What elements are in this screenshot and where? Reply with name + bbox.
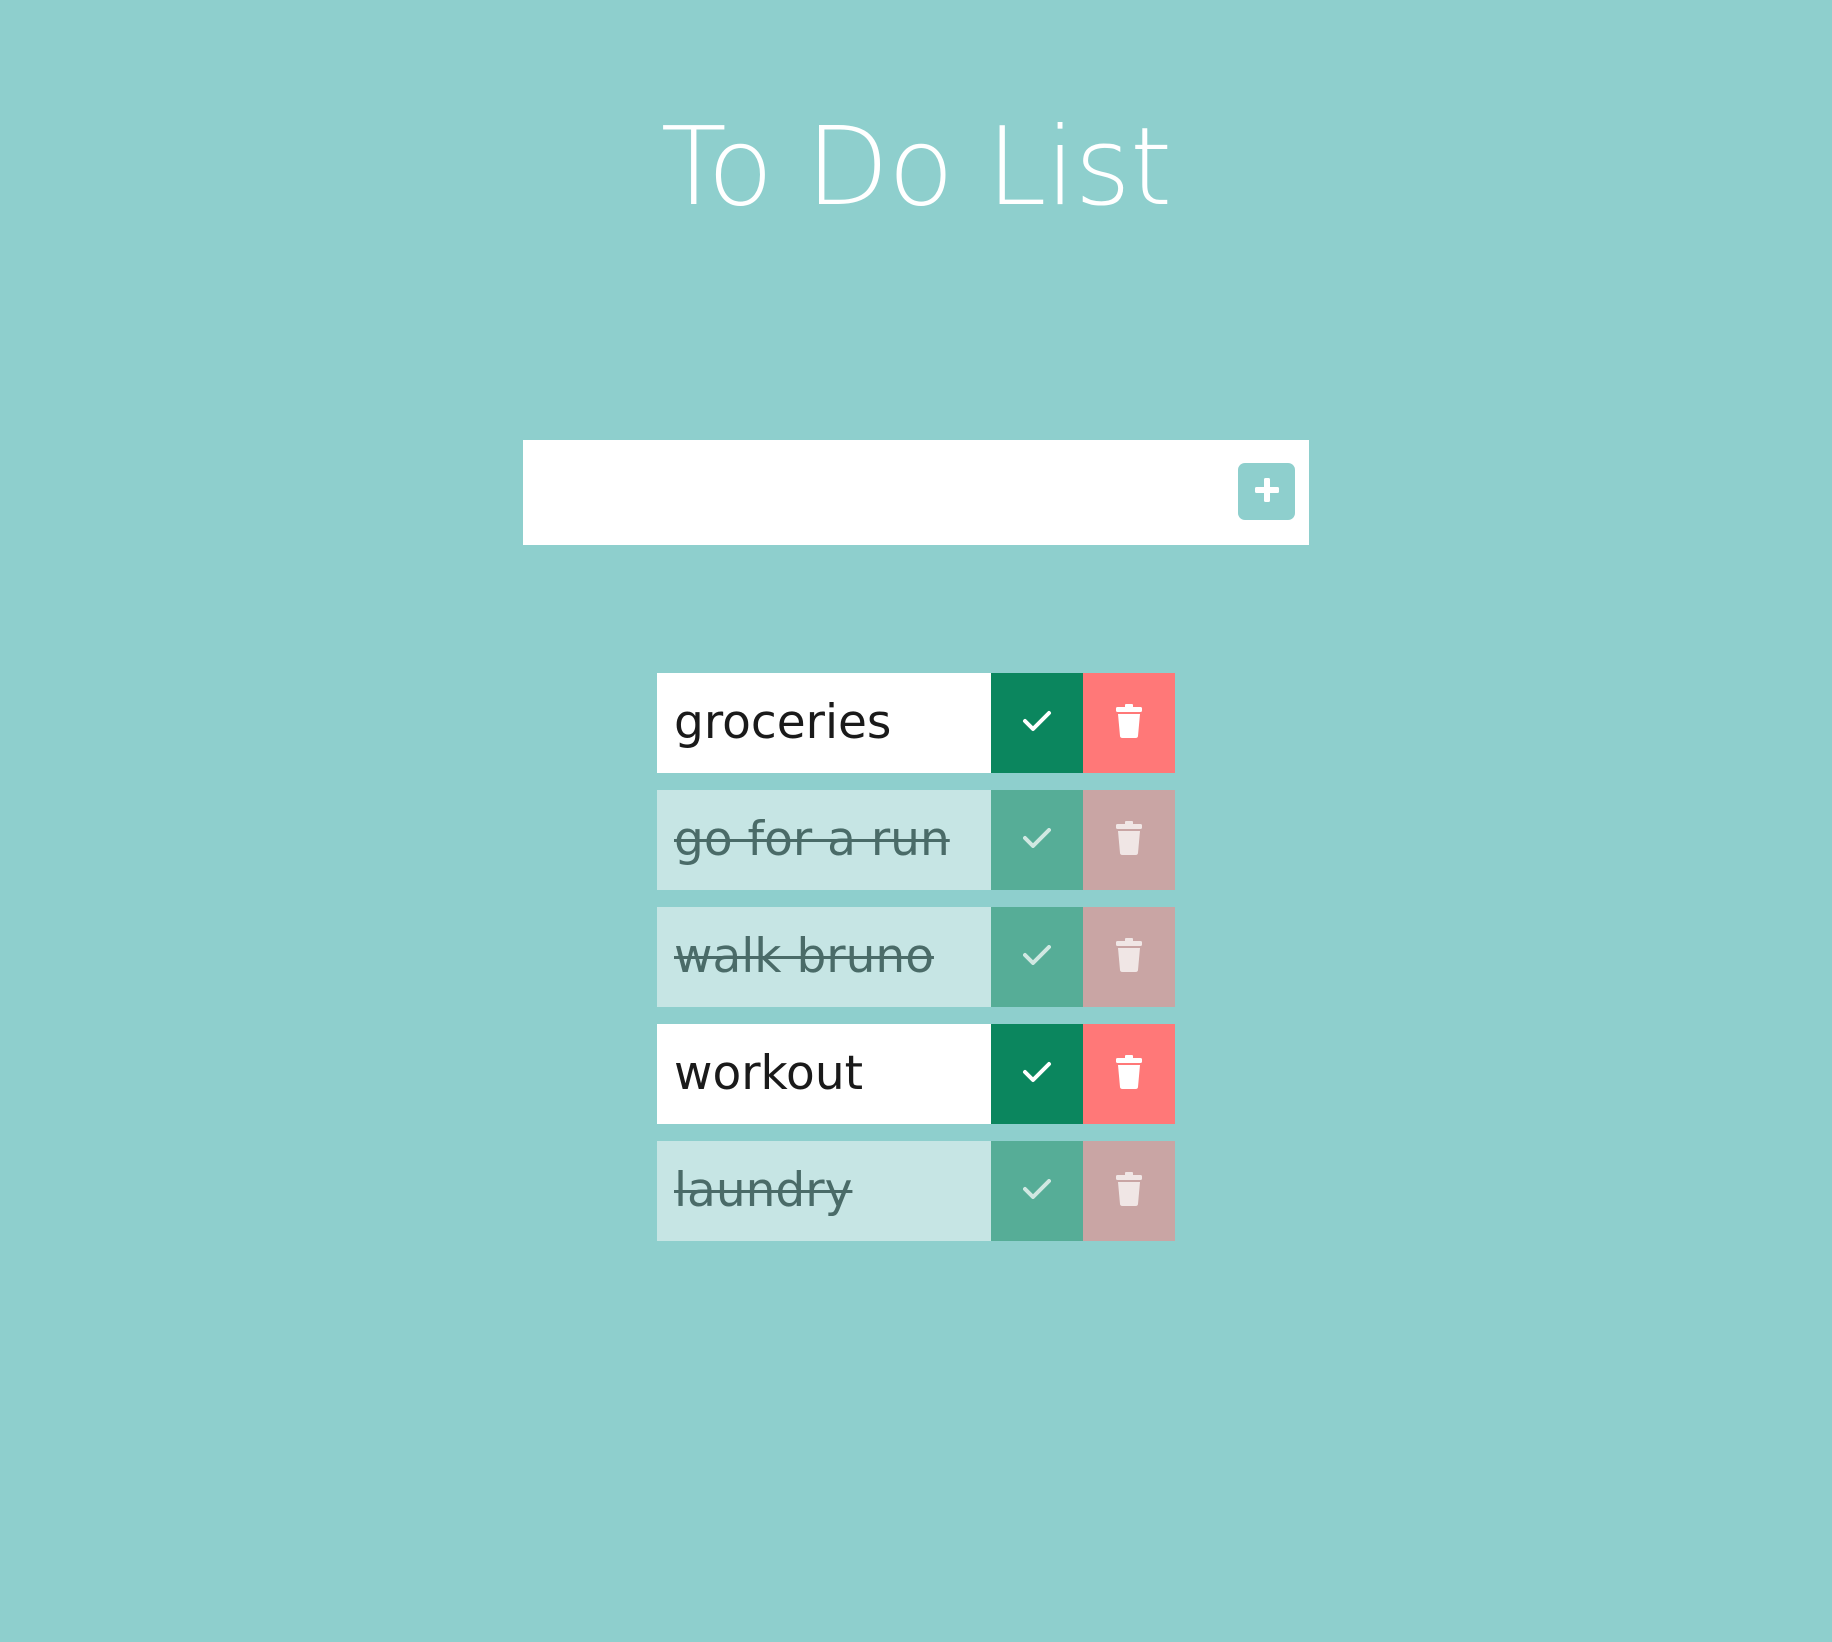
complete-button[interactable] — [991, 673, 1083, 773]
complete-button[interactable] — [991, 790, 1083, 890]
complete-button[interactable] — [991, 1141, 1083, 1241]
trash-icon — [1115, 704, 1143, 742]
check-icon — [1022, 1060, 1052, 1088]
todo-text[interactable]: workout — [657, 1024, 991, 1124]
todo-item: go for a run — [657, 790, 1175, 890]
check-icon — [1022, 943, 1052, 971]
todo-text[interactable]: go for a run — [657, 790, 991, 890]
todo-list: groceries go for a run walk bruno workou… — [657, 673, 1175, 1258]
todo-text[interactable]: groceries — [657, 673, 991, 773]
add-todo-button[interactable] — [1238, 463, 1295, 520]
trash-icon — [1115, 1172, 1143, 1210]
delete-button[interactable] — [1083, 1141, 1175, 1241]
complete-button[interactable] — [991, 907, 1083, 1007]
check-icon — [1022, 709, 1052, 737]
delete-button[interactable] — [1083, 1024, 1175, 1124]
trash-icon — [1115, 821, 1143, 859]
new-todo-input[interactable] — [523, 440, 1223, 545]
page-title: To Do List — [660, 105, 1172, 230]
complete-button[interactable] — [991, 1024, 1083, 1124]
todo-item: laundry — [657, 1141, 1175, 1241]
todo-item: workout — [657, 1024, 1175, 1124]
trash-icon — [1115, 1055, 1143, 1093]
todo-text[interactable]: laundry — [657, 1141, 991, 1241]
delete-button[interactable] — [1083, 673, 1175, 773]
check-icon — [1022, 1177, 1052, 1205]
new-todo-bar — [523, 440, 1309, 545]
delete-button[interactable] — [1083, 790, 1175, 890]
plus-icon — [1253, 476, 1281, 508]
todo-item: walk bruno — [657, 907, 1175, 1007]
trash-icon — [1115, 938, 1143, 976]
check-icon — [1022, 826, 1052, 854]
todo-text[interactable]: walk bruno — [657, 907, 991, 1007]
delete-button[interactable] — [1083, 907, 1175, 1007]
todo-item: groceries — [657, 673, 1175, 773]
